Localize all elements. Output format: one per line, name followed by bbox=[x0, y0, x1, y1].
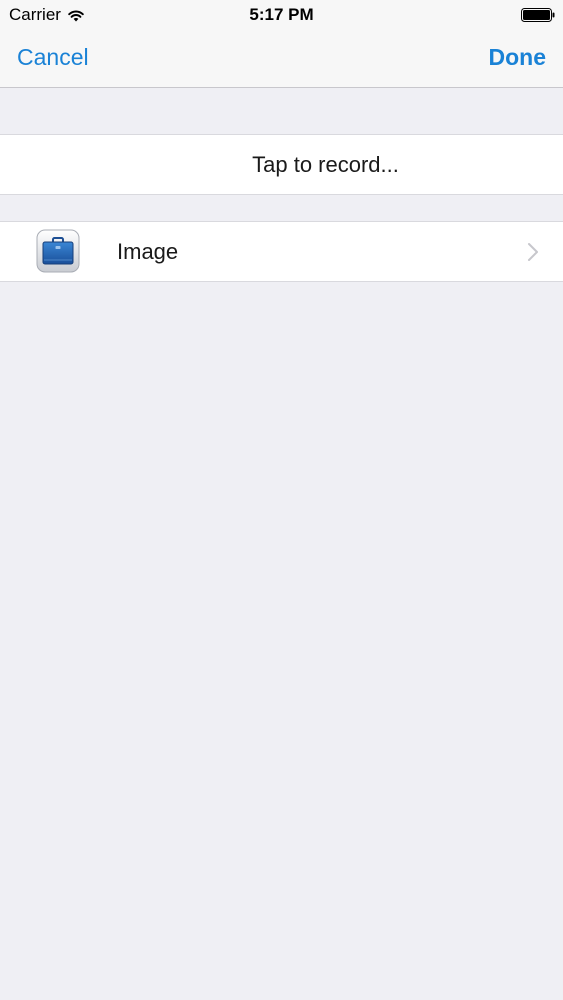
chevron-right-icon bbox=[528, 243, 538, 261]
nav-bar: Cancel Done bbox=[0, 30, 563, 88]
list-item-label: Image bbox=[117, 239, 179, 264]
status-time: 5:17 PM bbox=[249, 5, 314, 24]
briefcase-icon bbox=[36, 229, 80, 273]
status-bar: Carrier 5:17 PM bbox=[0, 0, 563, 30]
tap-to-record-label[interactable]: Tap to record... bbox=[0, 152, 563, 178]
cancel-button[interactable]: Cancel bbox=[17, 44, 89, 71]
list-item-image[interactable]: Image bbox=[0, 221, 563, 282]
record-cell[interactable]: Tap to record... bbox=[0, 134, 563, 195]
screen: Carrier 5:17 PM Cancel Done Tap to recor… bbox=[0, 0, 563, 1000]
battery-icon bbox=[521, 8, 555, 22]
done-button[interactable]: Done bbox=[489, 44, 547, 71]
